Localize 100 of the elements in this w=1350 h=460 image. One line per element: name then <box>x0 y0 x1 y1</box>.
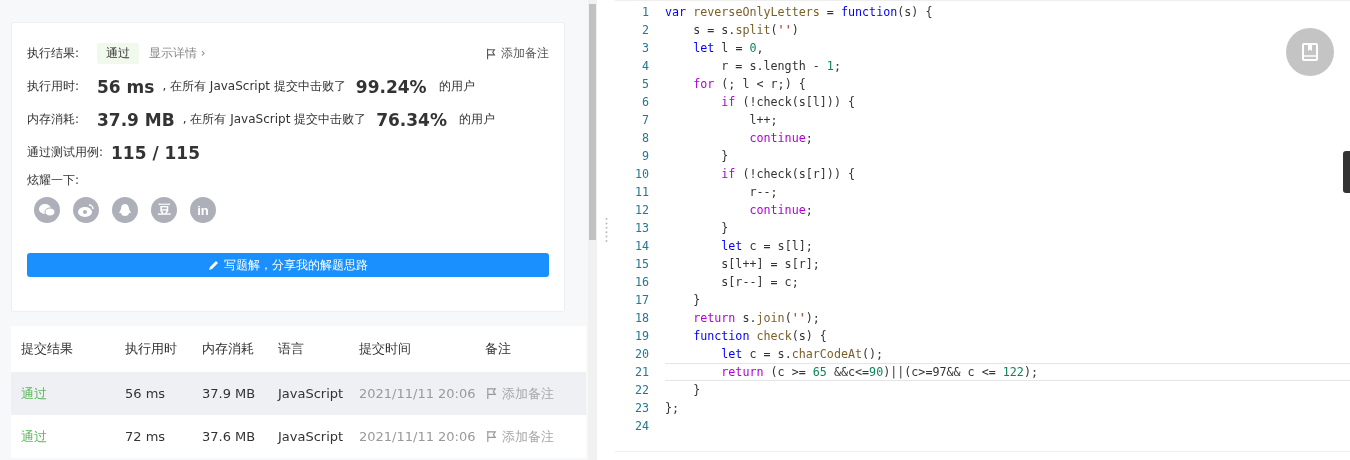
table-cell-text: 37.6 MB <box>202 429 257 444</box>
line-number: 22 <box>633 382 650 399</box>
share-button[interactable] <box>112 197 138 223</box>
line-number: 6 <box>640 94 650 111</box>
line-number: 24 <box>633 418 650 435</box>
code-line: continue; <box>748 131 813 145</box>
table-cell-text: JavaScript <box>278 429 345 444</box>
penguin-icon <box>118 202 132 218</box>
chat-icon <box>39 203 55 217</box>
line-number: 12 <box>633 202 650 219</box>
add-note-button[interactable]: 添加备注 <box>485 384 586 403</box>
weibo-icon <box>78 203 94 217</box>
code-editor[interactable] <box>615 0 1350 452</box>
line-number: 3 <box>640 40 650 57</box>
stat-label: 内存消耗: <box>27 111 81 128</box>
line-number: 2 <box>640 22 650 39</box>
line-number: 16 <box>633 274 650 291</box>
table-cell-text: 2021/11/11 20:06 <box>359 429 477 444</box>
table-cell-text: 通过 <box>21 384 48 403</box>
submission-row[interactable]: 通过 56 ms 37.9 MB JavaScript 2021/11/11 20:06 添加备注 <box>11 372 586 415</box>
line-number: 23 <box>633 400 650 417</box>
stat-suffix: 的用户 <box>459 111 495 128</box>
add-note-button[interactable]: 添加备注 <box>485 427 586 446</box>
line-number: 15 <box>633 256 650 273</box>
line-number: 5 <box>640 76 650 93</box>
column-header: 执行用时 <box>125 340 178 358</box>
column-header: 备注 <box>485 340 512 358</box>
code-line: r--; <box>748 185 778 199</box>
scrollbar-thumb[interactable] <box>589 4 596 240</box>
line-number: 11 <box>633 184 650 201</box>
code-line: r = s.length - 1; <box>720 59 841 73</box>
line-number: 7 <box>640 112 650 129</box>
flag-icon <box>485 46 497 61</box>
code-line: l++; <box>748 113 778 127</box>
table-cell-text: 72 ms <box>125 429 167 444</box>
share-button[interactable] <box>73 197 99 223</box>
submission-row[interactable]: 通过 72 ms 37.6 MB JavaScript 2021/11/11 20:06 添加备注 <box>11 415 586 458</box>
column-header: 提交结果 <box>21 340 74 358</box>
side-tab[interactable] <box>1343 151 1350 193</box>
code-line: s = s.split('') <box>692 23 799 37</box>
table-cell-text: 2021/11/11 20:06 <box>359 386 477 401</box>
line-number: 4 <box>640 58 650 75</box>
share-label: 炫耀一下: <box>27 171 80 189</box>
stat-percent: 99.24% <box>355 76 427 97</box>
line-number: 8 <box>640 130 650 147</box>
code-line: let l = 0, <box>692 41 764 55</box>
flag-icon <box>485 386 498 401</box>
stat-suffix: 的用户 <box>438 78 475 95</box>
table-cell-text: 56 ms <box>125 386 167 401</box>
share-button[interactable]: in <box>190 197 216 223</box>
code-line: } <box>720 221 729 235</box>
stat-value: 37.9 MB <box>97 109 175 130</box>
stat-label: 执行用时: <box>27 78 81 95</box>
write-solution-button[interactable]: 写题解，分享我的解题思路 <box>27 253 549 277</box>
share-button[interactable] <box>34 197 60 223</box>
book-button[interactable] <box>1286 28 1334 76</box>
code-line: continue; <box>748 203 813 217</box>
table-cell-text: 37.9 MB <box>202 386 257 401</box>
stat-percent: 76.34% <box>376 109 447 130</box>
book-icon <box>1300 42 1320 62</box>
pencil-icon <box>208 259 219 271</box>
line-number: 13 <box>633 220 650 237</box>
add-note-button[interactable]: 添加备注 <box>485 45 549 62</box>
cases-value: 115 / 115 <box>111 142 201 163</box>
table-cell-text: 通过 <box>21 427 48 446</box>
code-line: for (; l < r;) { <box>692 77 806 91</box>
line-number: 1 <box>640 4 650 21</box>
code-line: } <box>692 293 701 307</box>
line-number: 17 <box>633 292 650 309</box>
line-number: 14 <box>633 238 650 255</box>
line-number: 10 <box>633 166 650 183</box>
code-line: return (c >= 65 &&c<=90)||(c>=97&& c <= 122); <box>720 365 1038 379</box>
line-number: 18 <box>633 310 650 327</box>
line-number: 21 <box>633 364 650 381</box>
code-line: s[l++] = s[r]; <box>720 257 820 271</box>
code-line: } <box>692 383 701 397</box>
column-header: 内存消耗 <box>202 340 255 358</box>
details-link[interactable]: 显示详情 › <box>149 45 206 62</box>
code-line: function check(s) { <box>692 329 827 343</box>
code-line: return s.join(''); <box>692 311 820 325</box>
code-line: s[r--] = c; <box>720 275 799 289</box>
stat-text: , 在所有 JavaScript 提交中击败了 <box>182 111 367 128</box>
line-number: 19 <box>633 328 650 345</box>
cases-label: 通过测试用例: <box>27 144 105 161</box>
line-number: 9 <box>640 148 650 165</box>
code-line: }; <box>665 401 680 415</box>
code-line: if (!check(s[r])) { <box>720 167 855 181</box>
share-button[interactable]: 豆 <box>151 197 177 223</box>
table-cell-text: JavaScript <box>278 386 345 401</box>
line-number: 20 <box>633 346 650 363</box>
code-line: } <box>720 149 729 163</box>
column-header: 提交时间 <box>359 340 412 358</box>
drag-handle-icon[interactable] <box>604 217 608 243</box>
code-line: let c = s.charCodeAt(); <box>720 347 884 361</box>
flag-icon <box>485 429 498 444</box>
status-badge: 通过 <box>97 43 139 64</box>
code-line: if (!check(s[l])) { <box>720 95 855 109</box>
column-header: 语言 <box>278 340 305 358</box>
stat-value: 56 ms <box>97 76 155 97</box>
code-line: var reverseOnlyLetters = function(s) { <box>665 5 933 19</box>
